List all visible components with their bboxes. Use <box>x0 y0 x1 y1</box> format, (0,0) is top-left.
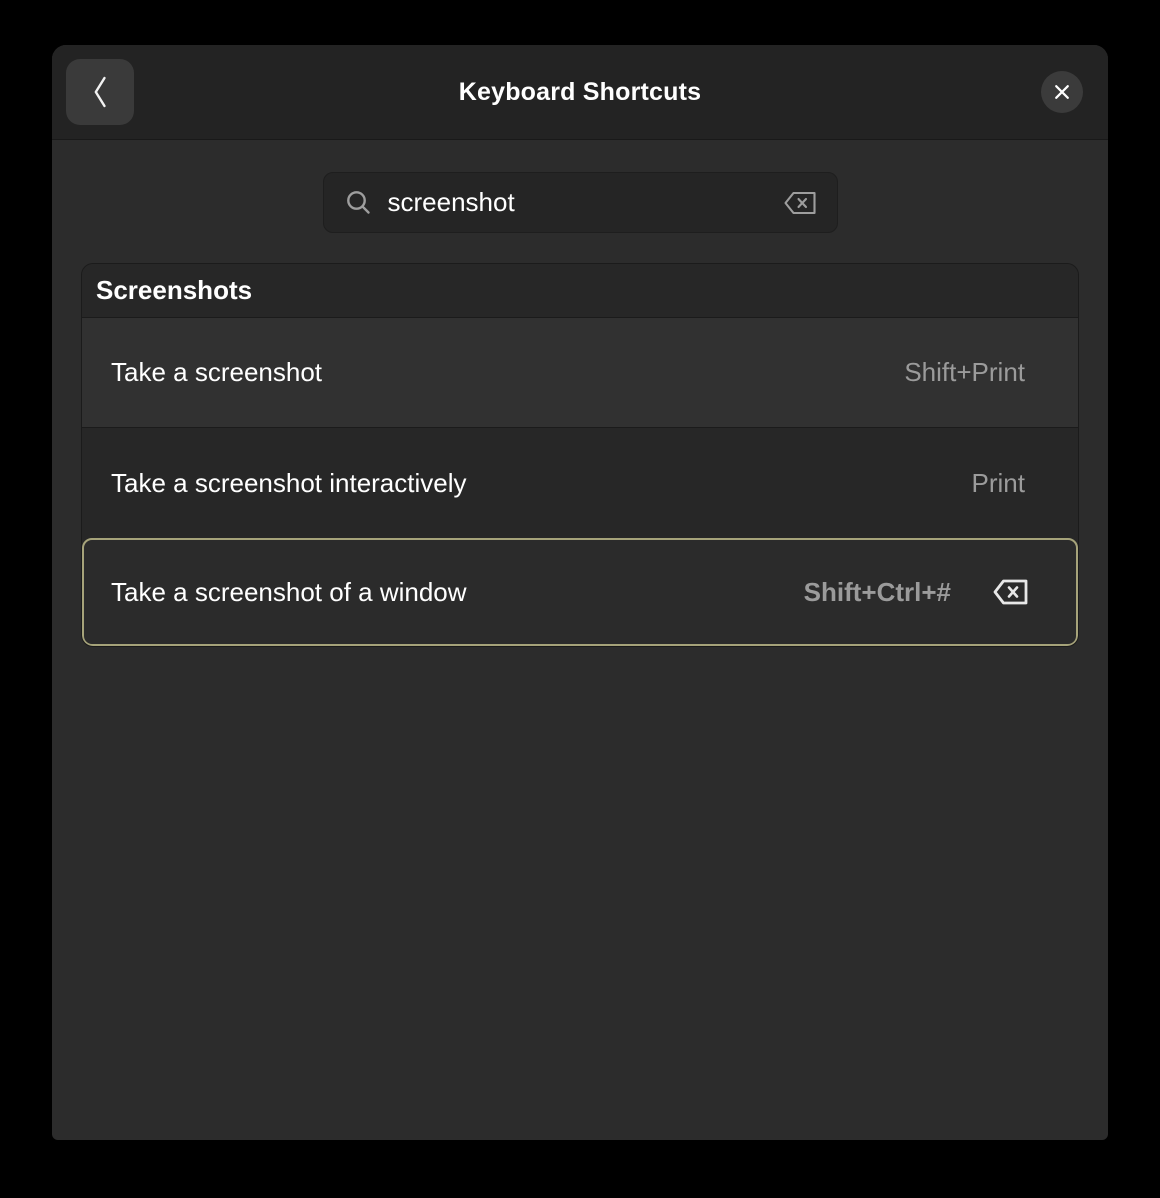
search-entry[interactable] <box>323 172 838 233</box>
close-button[interactable] <box>1041 71 1083 113</box>
shortcut-accelerator: Shift+Print <box>904 357 1025 388</box>
shortcut-row-take-a-screenshot-of-a-window[interactable]: Take a screenshot of a window Shift+Ctrl… <box>82 538 1078 646</box>
backspace-icon <box>783 190 817 216</box>
empty-content-area <box>52 647 1108 1140</box>
keyboard-shortcuts-window: Keyboard Shortcuts <box>52 45 1108 1140</box>
shortcut-accelerator: Print <box>972 468 1025 499</box>
section-header: Screenshots <box>82 264 1078 318</box>
chevron-left-icon <box>89 74 111 110</box>
shortcut-row-take-a-screenshot[interactable]: Take a screenshot Shift+Print <box>82 318 1078 428</box>
shortcut-reset-button[interactable] <box>992 578 1029 606</box>
search-input[interactable] <box>388 187 783 218</box>
shortcut-label: Take a screenshot <box>111 357 904 388</box>
shortcut-label: Take a screenshot of a window <box>111 577 804 608</box>
close-icon <box>1052 82 1072 102</box>
magnifier-icon <box>345 189 373 217</box>
shortcut-accelerator: Shift+Ctrl+# <box>804 577 951 608</box>
shortcuts-list: Screenshots Take a screenshot Shift+Prin… <box>81 263 1079 647</box>
headerbar: Keyboard Shortcuts <box>52 45 1108 139</box>
search-row <box>52 172 1108 233</box>
back-button[interactable] <box>66 59 134 125</box>
shortcut-label: Take a screenshot interactively <box>111 468 972 499</box>
backspace-icon <box>992 578 1029 606</box>
search-clear-button[interactable] <box>783 190 817 216</box>
shortcut-row-take-a-screenshot-interactively[interactable]: Take a screenshot interactively Print <box>82 428 1078 538</box>
window-title: Keyboard Shortcuts <box>459 78 702 107</box>
